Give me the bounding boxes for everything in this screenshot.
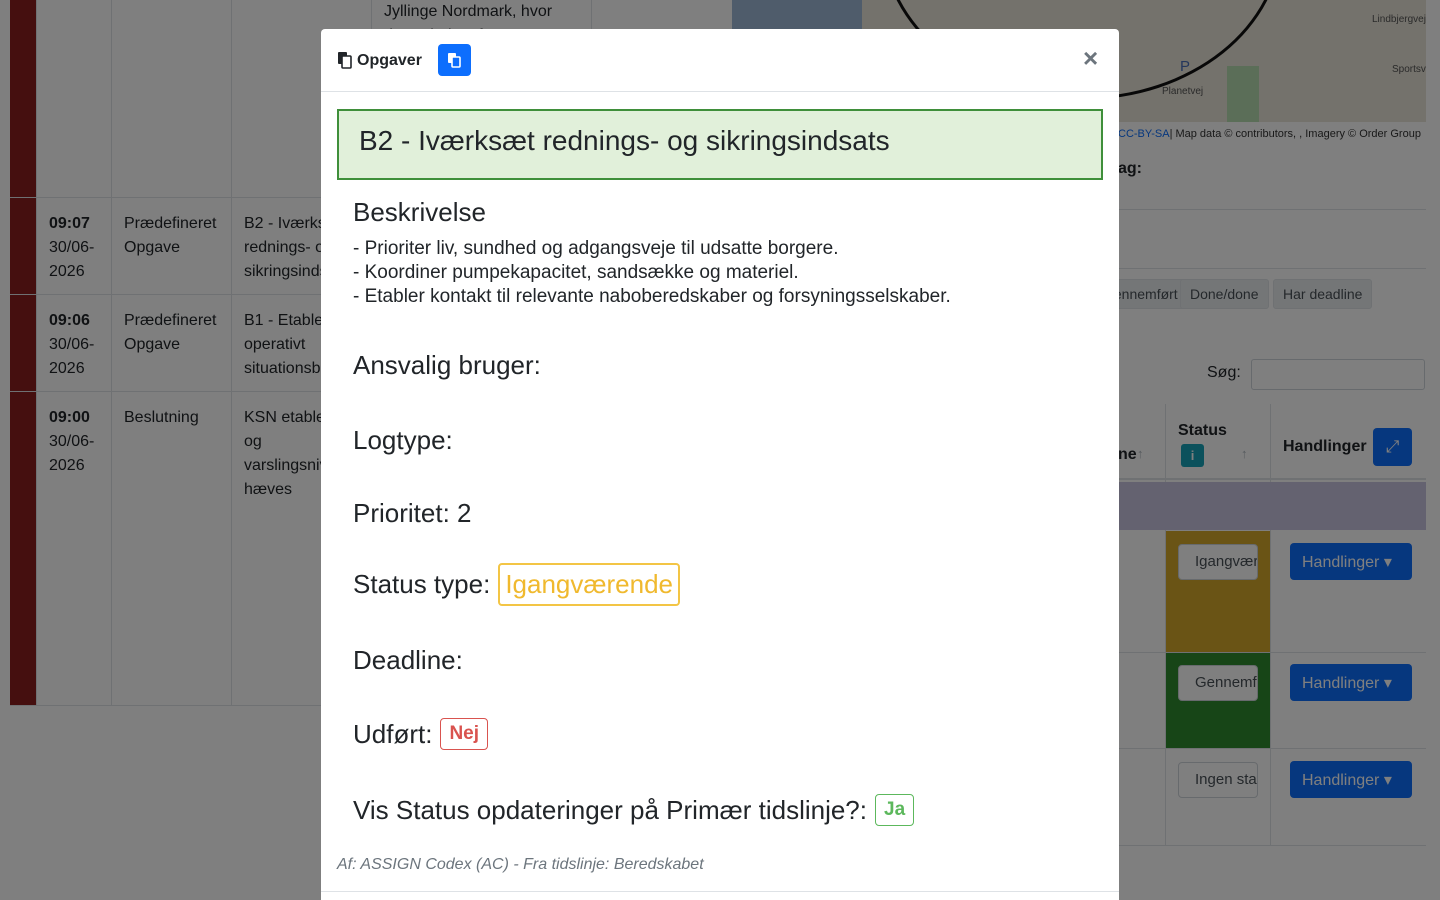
author-note: Af: ASSIGN Codex (AC) - Fra tidslinje: B…	[337, 856, 704, 873]
description-line: - Etabler kontakt til relevante nabobere…	[353, 286, 951, 307]
done-label: Udført:	[353, 718, 433, 749]
done-badge: Nej	[440, 718, 489, 750]
task-modal: Opgaver × B2 - Iværksæt rednings- og sik…	[321, 29, 1119, 900]
description-heading: Beskrivelse	[353, 197, 486, 227]
priority-label: Prioritet: 2	[353, 498, 472, 528]
modal-header: Opgaver ×	[321, 29, 1119, 92]
description-line: - Prioriter liv, sundhed og adgangsveje …	[353, 238, 839, 259]
close-icon[interactable]: ×	[1083, 45, 1098, 71]
description-line: - Koordiner pumpekapacitet, sandsække og…	[353, 262, 799, 283]
deadline-field: Deadline:	[353, 645, 471, 676]
status-type-label: Status type:	[353, 569, 491, 599]
modal-footer-divider	[321, 891, 1119, 892]
priority-field: Prioritet: 2	[353, 498, 472, 529]
copy-icon	[338, 52, 352, 69]
show-status-label: Vis Status opdateringer på Primær tidsli…	[353, 794, 867, 825]
responsible-field: Ansvalig bruger:	[353, 350, 549, 381]
modal-title: Opgaver	[357, 52, 422, 69]
logtype-field: Logtype:	[353, 425, 461, 456]
deadline-label: Deadline:	[353, 645, 463, 675]
status-type-field: Status type: Igangværende	[353, 563, 680, 606]
show-status-badge: Ja	[875, 794, 915, 826]
logtype-label: Logtype:	[353, 425, 453, 455]
done-field: Udført: Nej	[353, 718, 489, 750]
copy-button[interactable]	[438, 44, 471, 76]
status-type-badge: Igangværende	[498, 563, 680, 606]
show-status-field: Vis Status opdateringer på Primær tidsli…	[353, 794, 915, 826]
task-title-box: B2 - Iværksæt rednings- og sikringsindsa…	[337, 109, 1103, 180]
responsible-label: Ansvalig bruger:	[353, 350, 541, 380]
task-title: B2 - Iværksæt rednings- og sikringsindsa…	[359, 125, 890, 156]
copy-icon	[448, 53, 461, 68]
